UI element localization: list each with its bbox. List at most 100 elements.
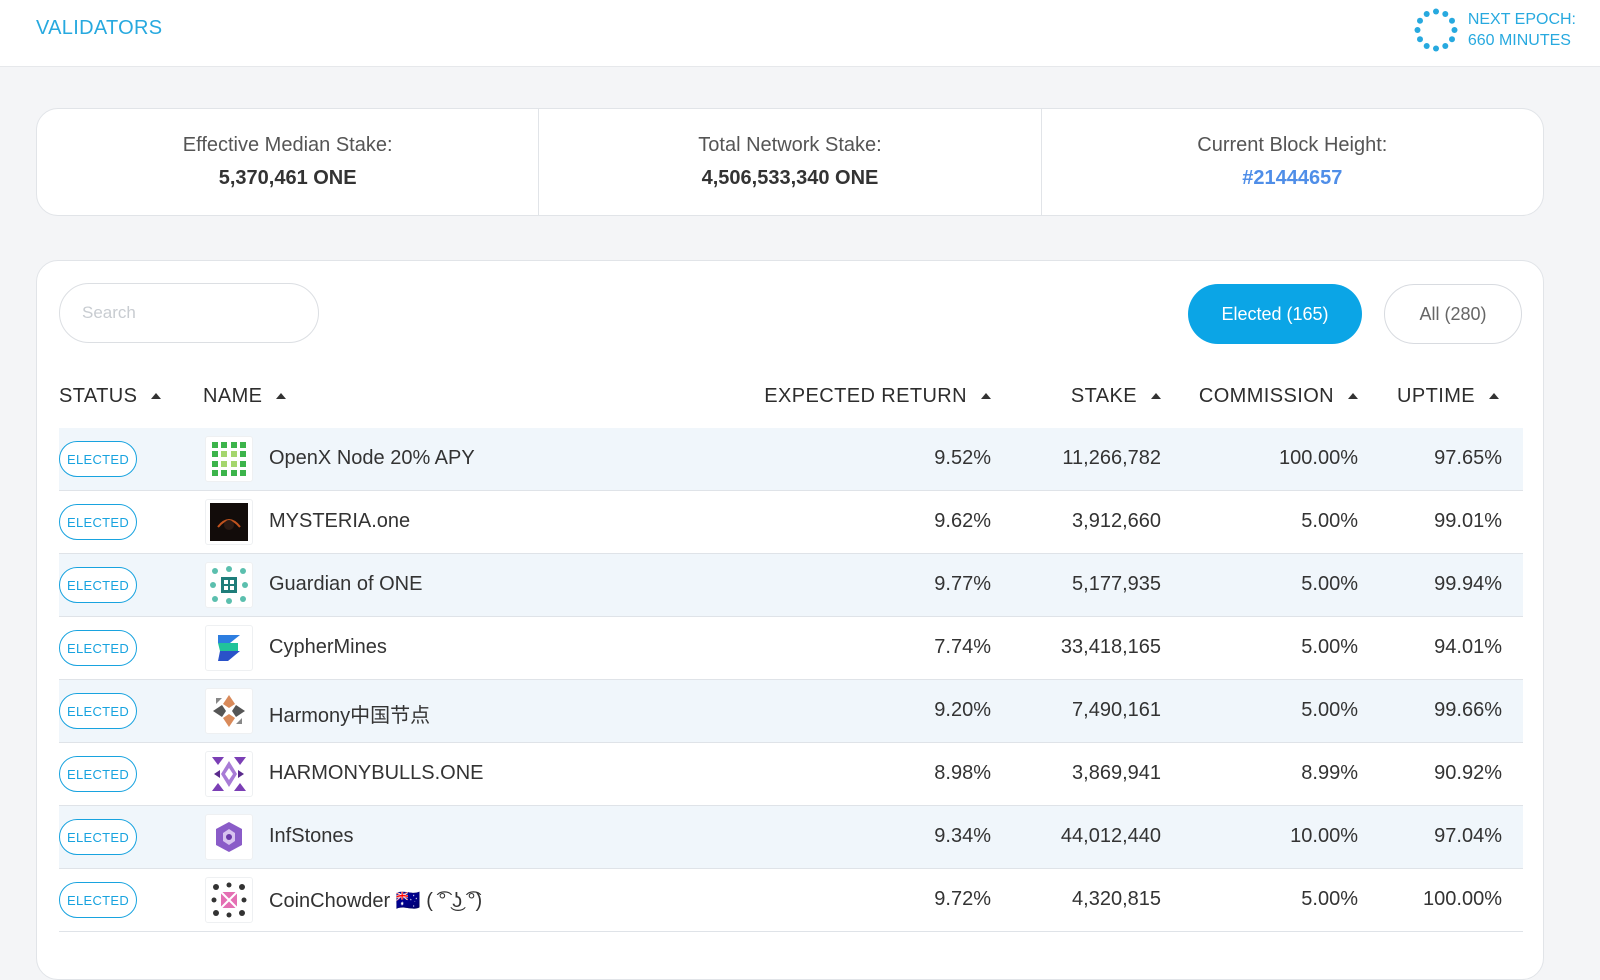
search-input[interactable] bbox=[59, 283, 319, 343]
commission: 10.00% bbox=[1290, 825, 1358, 847]
status-badge: ELECTED bbox=[59, 756, 137, 792]
validators-panel: Elected (165) All (280) STATUS NAME EXPE… bbox=[36, 260, 1544, 980]
status-badge: ELECTED bbox=[59, 819, 137, 855]
expected-return: 9.52% bbox=[934, 447, 991, 469]
epoch-minutes: 660 MINUTES bbox=[1467, 32, 1571, 49]
total-stake-value: 4,506,533,340 ONE bbox=[701, 167, 879, 189]
sort-commission-header[interactable]: COMMISSION bbox=[1169, 385, 1358, 408]
uptime: 99.66% bbox=[1434, 699, 1502, 721]
validator-table-body: ELECTED OpenX Node 20% APY 9.52% 11,266,… bbox=[59, 428, 1523, 932]
expected-return: 9.20% bbox=[934, 699, 991, 721]
stake: 7,490,161 bbox=[1072, 699, 1161, 721]
uptime: 94.01% bbox=[1434, 636, 1502, 658]
table-row[interactable]: ELECTED MYSTERIA.one 9.62% 3,912,660 5.0… bbox=[59, 491, 1523, 554]
validator-name[interactable]: InfStones bbox=[269, 825, 354, 848]
cyphermines-logo bbox=[205, 625, 253, 671]
name-header-label: NAME bbox=[203, 385, 263, 407]
median-stake-value: 5,370,461 ONE bbox=[218, 167, 357, 189]
uptime: 99.94% bbox=[1434, 573, 1502, 595]
sort-caret-icon bbox=[1348, 392, 1358, 399]
harmony-china-logo bbox=[205, 688, 253, 734]
coinchowder-logo bbox=[205, 877, 253, 923]
table-row[interactable]: ELECTED HARMONYBULLS.ONE 8.98% 3,869,941… bbox=[59, 743, 1523, 806]
validator-name[interactable]: Guardian of ONE bbox=[269, 573, 422, 596]
stake: 11,266,782 bbox=[1062, 447, 1161, 469]
sort-caret-icon bbox=[151, 392, 162, 399]
stake-header-label: STAKE bbox=[1070, 385, 1137, 407]
sort-caret-icon bbox=[981, 392, 991, 399]
block-height-link[interactable]: #21444657 bbox=[1242, 167, 1342, 190]
table-header: STATUS NAME EXPECTED RETURN STAKE COMMIS… bbox=[59, 379, 1523, 415]
table-row[interactable]: ELECTED CoinChowder 🇦🇺 ( ͡° ͜ʖ ͡°) 9.72%… bbox=[59, 869, 1523, 932]
filter-all-button[interactable]: All (280) bbox=[1384, 284, 1522, 344]
infstones-logo bbox=[205, 814, 253, 860]
status-header-label: STATUS bbox=[59, 385, 138, 407]
uptime: 97.04% bbox=[1434, 825, 1502, 847]
commission: 5.00% bbox=[1301, 510, 1358, 532]
epoch-indicator: NEXT EPOCH: 660 MINUTES bbox=[1414, 8, 1576, 52]
guardian-logo bbox=[205, 562, 253, 608]
sort-caret-icon bbox=[276, 392, 287, 399]
commission: 5.00% bbox=[1301, 888, 1358, 910]
commission: 5.00% bbox=[1301, 573, 1358, 595]
validator-name[interactable]: HARMONYBULLS.ONE bbox=[269, 762, 484, 785]
commission: 100.00% bbox=[1279, 447, 1358, 469]
median-stake-label: Effective Median Stake: bbox=[182, 134, 393, 156]
stake: 3,912,660 bbox=[1072, 510, 1161, 532]
block-height-label: Current Block Height: bbox=[1197, 134, 1388, 156]
uptime: 99.01% bbox=[1434, 510, 1502, 532]
stake: 44,012,440 bbox=[1060, 825, 1161, 847]
stake: 5,177,935 bbox=[1072, 573, 1161, 595]
validator-name[interactable]: CypherMines bbox=[269, 636, 387, 659]
median-stake-stat: Effective Median Stake: 5,370,461 ONE bbox=[37, 109, 540, 215]
sort-uptime-header[interactable]: UPTIME bbox=[1359, 385, 1499, 408]
stake: 4,320,815 bbox=[1072, 888, 1161, 910]
commission: 5.00% bbox=[1301, 636, 1358, 658]
filter-elected-button[interactable]: Elected (165) bbox=[1188, 284, 1362, 344]
top-bar: VALIDATORS NEXT EPOCH: 660 MINUTES bbox=[0, 0, 1600, 67]
commission-header-label: COMMISSION bbox=[1198, 385, 1334, 407]
validator-name[interactable]: Harmony中国节点 bbox=[269, 699, 430, 728]
status-badge: ELECTED bbox=[59, 441, 137, 477]
uptime: 100.00% bbox=[1423, 888, 1502, 910]
table-row[interactable]: ELECTED Harmony中国节点 9.20% 7,490,161 5.00… bbox=[59, 680, 1523, 743]
expected-return: 9.72% bbox=[934, 888, 991, 910]
status-badge: ELECTED bbox=[59, 630, 137, 666]
expected-return: 8.98% bbox=[934, 762, 991, 784]
uptime: 90.92% bbox=[1434, 762, 1502, 784]
table-row[interactable]: ELECTED Guardian of ONE 9.77% 5,177,935 … bbox=[59, 554, 1523, 617]
total-stake-stat: Total Network Stake: 4,506,533,340 ONE bbox=[539, 109, 1042, 215]
commission: 5.00% bbox=[1301, 699, 1358, 721]
stake: 3,869,941 bbox=[1072, 762, 1161, 784]
sort-name-header[interactable]: NAME bbox=[203, 385, 287, 408]
sort-stake-header[interactable]: STAKE bbox=[995, 385, 1161, 408]
uptime-header-label: UPTIME bbox=[1397, 385, 1475, 407]
validator-name[interactable]: MYSTERIA.one bbox=[269, 510, 410, 533]
table-row[interactable]: ELECTED InfStones 9.34% 44,012,440 10.00… bbox=[59, 806, 1523, 869]
sort-return-header[interactable]: EXPECTED RETURN bbox=[719, 385, 991, 408]
block-height-stat: Current Block Height: #21444657 bbox=[1042, 109, 1543, 215]
expected-return: 9.77% bbox=[934, 573, 991, 595]
stake: 33,418,165 bbox=[1060, 636, 1161, 658]
epoch-progress-icon bbox=[1414, 8, 1458, 52]
validator-name[interactable]: CoinChowder 🇦🇺 ( ͡° ͜ʖ ͡°) bbox=[269, 888, 482, 913]
page-title[interactable]: VALIDATORS bbox=[36, 17, 162, 40]
status-badge: ELECTED bbox=[59, 693, 137, 729]
mysteria-logo bbox=[205, 499, 253, 545]
harmonybulls-logo bbox=[205, 751, 253, 797]
epoch-label: NEXT EPOCH: bbox=[1467, 11, 1576, 28]
uptime: 97.65% bbox=[1434, 447, 1502, 469]
expected-return: 9.34% bbox=[934, 825, 991, 847]
table-row[interactable]: ELECTED OpenX Node 20% APY 9.52% 11,266,… bbox=[59, 428, 1523, 491]
table-row[interactable]: ELECTED CypherMines 7.74% 33,418,165 5.0… bbox=[59, 617, 1523, 680]
validator-name[interactable]: OpenX Node 20% APY bbox=[269, 447, 475, 470]
expected-return: 9.62% bbox=[934, 510, 991, 532]
sort-caret-icon bbox=[1489, 392, 1499, 399]
total-stake-label: Total Network Stake: bbox=[698, 134, 882, 156]
status-badge: ELECTED bbox=[59, 504, 137, 540]
commission: 8.99% bbox=[1301, 762, 1358, 784]
openx-logo bbox=[205, 436, 253, 482]
sort-caret-icon bbox=[1151, 392, 1161, 399]
network-stats-card: Effective Median Stake: 5,370,461 ONE To… bbox=[36, 108, 1544, 216]
sort-status-header[interactable]: STATUS bbox=[59, 385, 162, 408]
